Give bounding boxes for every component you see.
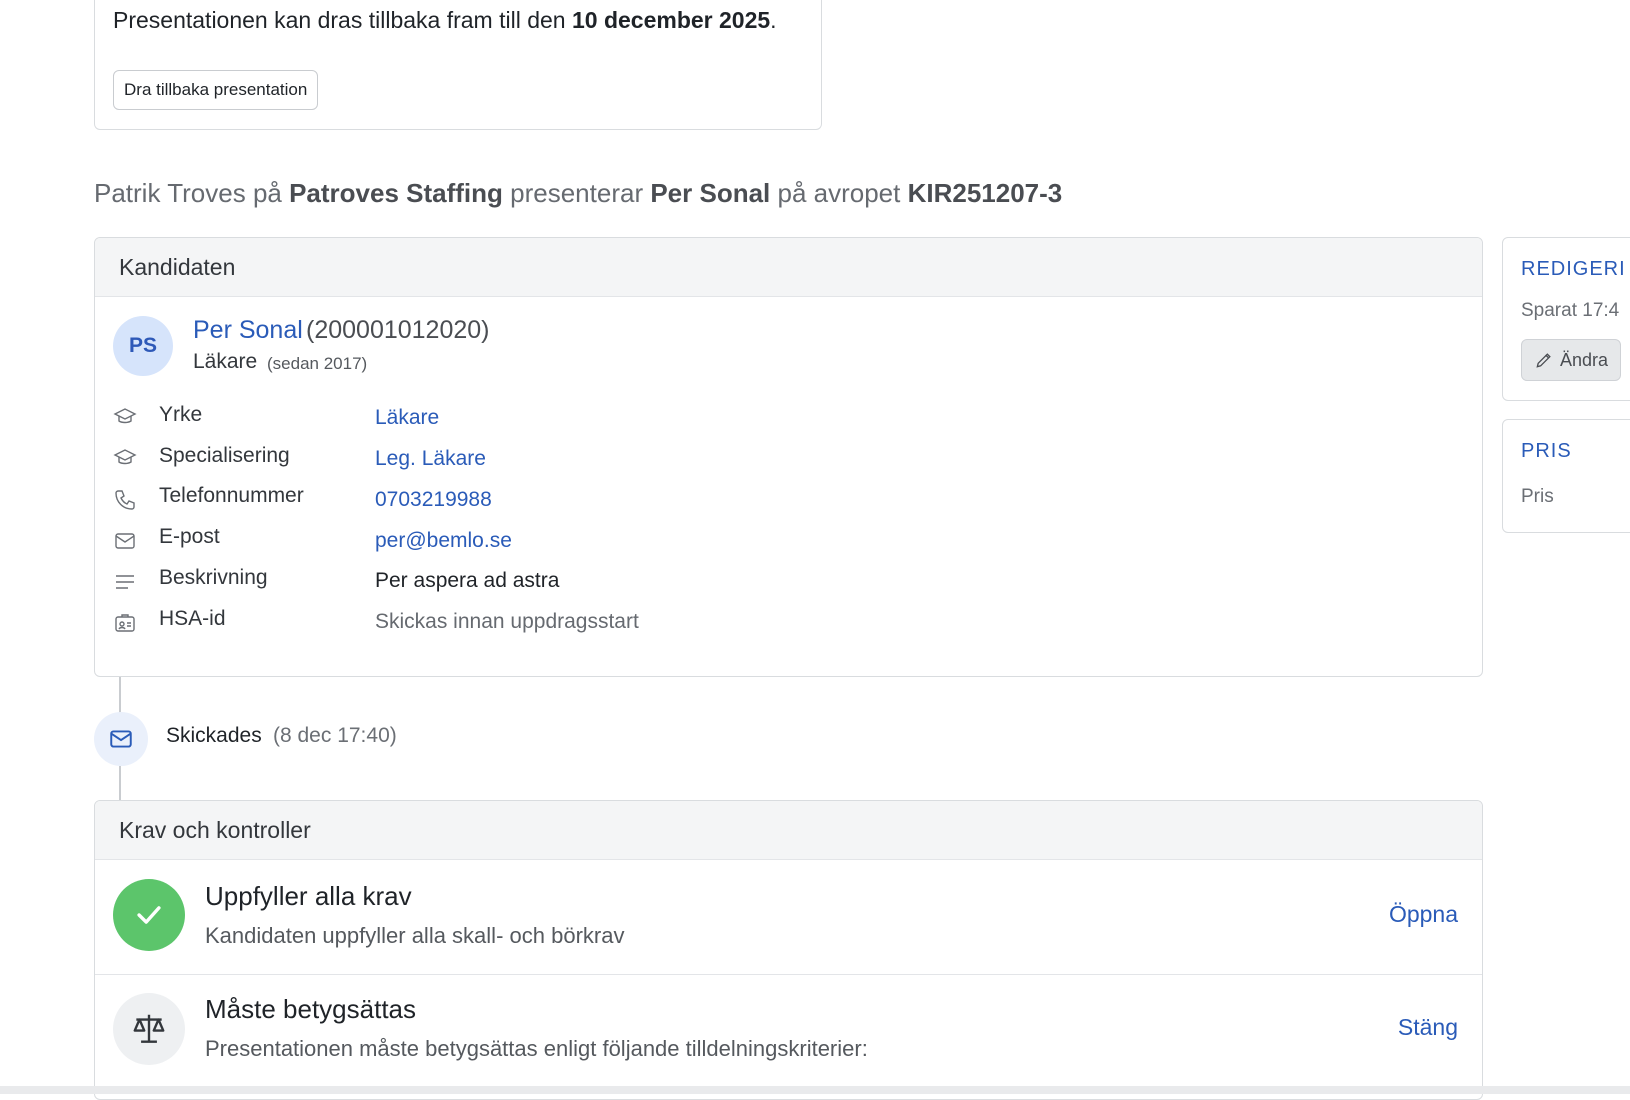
candidate-card: Kandidaten PS Per Sonal (200001012020) L… bbox=[94, 237, 1483, 677]
withdraw-card: Presentationen kan dras tillbaka fram ti… bbox=[94, 0, 822, 130]
scale-icon bbox=[113, 993, 185, 1065]
row-value-hsa-id: Skickas innan uppdragsstart bbox=[375, 610, 639, 633]
withdraw-presentation-button[interactable]: Dra tillbaka presentation bbox=[113, 70, 319, 110]
supplier-company: Patroves Staffing bbox=[289, 178, 503, 208]
phone-icon bbox=[113, 488, 137, 512]
editing-card: REDIGERI Sparat 17:4 Ändra bbox=[1502, 237, 1630, 401]
row-label-hsa-id: HSA-id bbox=[159, 607, 226, 630]
candidate-personal-number: (200001012020) bbox=[306, 316, 490, 344]
editing-title: REDIGERI bbox=[1521, 258, 1626, 280]
candidate-role-since: (sedan 2017) bbox=[267, 354, 368, 373]
candidate-role: Läkare bbox=[193, 350, 258, 373]
edit-button[interactable]: Ändra bbox=[1521, 339, 1621, 381]
price-label: Pris bbox=[1521, 486, 1554, 507]
pencil-icon bbox=[1534, 350, 1554, 370]
horizontal-scrollbar[interactable] bbox=[0, 1086, 1630, 1094]
editing-saved-status: Sparat 17:4 bbox=[1521, 300, 1620, 321]
graduation-cap-icon bbox=[113, 446, 137, 470]
row-label-specialisering: Specialisering bbox=[159, 444, 290, 467]
timeline-line bbox=[119, 677, 121, 713]
price-card: PRIS Pris bbox=[1502, 419, 1630, 533]
divider bbox=[95, 974, 1482, 975]
presentation-headline: Patrik Troves på Patroves Staffing prese… bbox=[94, 178, 1063, 208]
mail-icon bbox=[113, 529, 137, 553]
requirement-title: Måste betygsättas bbox=[205, 994, 416, 1024]
row-label-epost: E-post bbox=[159, 525, 220, 548]
row-label-yrke: Yrke bbox=[159, 403, 203, 426]
requirements-card-header: Krav och kontroller bbox=[95, 801, 1482, 860]
row-value-epost[interactable]: per@bemlo.se bbox=[375, 529, 512, 553]
row-value-telefonnummer[interactable]: 0703219988 bbox=[375, 488, 492, 512]
avatar: PS bbox=[113, 316, 173, 376]
timeline-sent-label: Skickades bbox=[166, 724, 262, 747]
row-value-specialisering[interactable]: Leg. Läkare bbox=[375, 447, 486, 471]
requirements-card: Krav och kontroller Uppfyller alla krav … bbox=[94, 800, 1483, 1100]
edit-button-label: Ändra bbox=[1559, 349, 1609, 370]
row-label-telefonnummer: Telefonnummer bbox=[159, 484, 304, 507]
row-value-beskrivning: Per aspera ad astra bbox=[375, 569, 560, 592]
candidate-name-headline: Per Sonal bbox=[650, 178, 771, 208]
graduation-cap-icon bbox=[113, 405, 137, 429]
open-requirements-button[interactable]: Öppna bbox=[1389, 901, 1458, 928]
order-id: KIR251207-3 bbox=[907, 178, 1063, 208]
candidate-card-header: Kandidaten bbox=[95, 238, 1482, 297]
timeline-sent-time: (8 dec 17:40) bbox=[273, 724, 397, 747]
close-requirements-button[interactable]: Stäng bbox=[1398, 1014, 1458, 1041]
timeline-line bbox=[119, 766, 121, 800]
requirement-subtitle: Presentationen måste betygsättas enligt … bbox=[205, 1036, 868, 1061]
requirement-subtitle: Kandidaten uppfyller alla skall- och bör… bbox=[205, 923, 625, 948]
candidate-name-link[interactable]: Per Sonal bbox=[193, 316, 303, 345]
id-card-icon bbox=[113, 611, 137, 635]
row-label-beskrivning: Beskrivning bbox=[159, 566, 268, 589]
check-icon bbox=[113, 879, 185, 951]
row-value-yrke[interactable]: Läkare bbox=[375, 406, 439, 430]
withdraw-deadline-text: Presentationen kan dras tillbaka fram ti… bbox=[113, 7, 777, 33]
price-title: PRIS bbox=[1521, 440, 1572, 462]
withdraw-deadline-date: 10 december 2025 bbox=[571, 7, 771, 33]
mail-icon bbox=[94, 712, 148, 766]
requirement-title: Uppfyller alla krav bbox=[205, 881, 412, 911]
text-lines-icon bbox=[113, 570, 137, 594]
